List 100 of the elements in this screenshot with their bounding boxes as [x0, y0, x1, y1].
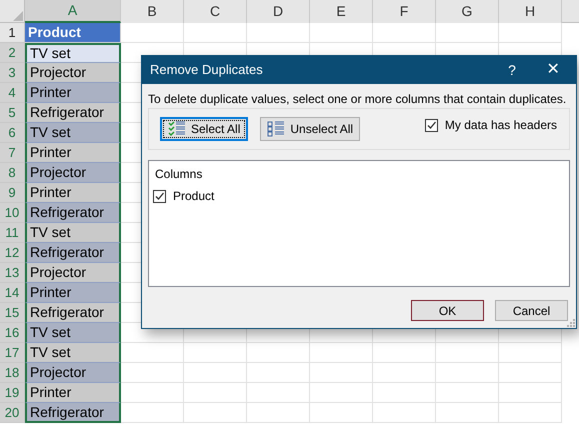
help-button[interactable]: ?: [494, 56, 530, 84]
table-cell[interactable]: [184, 403, 247, 423]
table-cell[interactable]: [184, 383, 247, 403]
table-cell[interactable]: [499, 403, 562, 423]
select-all-button[interactable]: Select All: [160, 117, 248, 141]
table-cell[interactable]: [436, 343, 499, 363]
checklist-icon: [168, 121, 186, 137]
row-header[interactable]: 12: [0, 243, 25, 263]
table-cell[interactable]: [247, 383, 310, 403]
table-cell[interactable]: TV set: [25, 343, 121, 363]
table-cell[interactable]: TV set: [25, 43, 121, 63]
table-cell[interactable]: [373, 383, 436, 403]
table-cell[interactable]: [436, 403, 499, 423]
row-header[interactable]: 10: [0, 203, 25, 223]
table-cell[interactable]: [184, 23, 247, 43]
row-header[interactable]: 16: [0, 323, 25, 343]
column-header[interactable]: E: [310, 0, 373, 23]
table-cell[interactable]: [373, 403, 436, 423]
row-header[interactable]: 1: [0, 23, 25, 43]
table-cell[interactable]: [436, 23, 499, 43]
checkbox-label[interactable]: My data has headers: [444, 116, 557, 134]
table-cell[interactable]: [247, 23, 310, 43]
column-header[interactable]: C: [184, 0, 247, 23]
row-header[interactable]: 19: [0, 383, 25, 403]
table-cell[interactable]: [310, 403, 373, 423]
unselect-all-button[interactable]: Unselect All: [260, 117, 360, 141]
table-cell[interactable]: [499, 23, 562, 43]
checkbox[interactable]: [153, 190, 166, 202]
list-heading: Columns: [155, 166, 204, 183]
column-header[interactable]: D: [247, 0, 310, 23]
row-header[interactable]: 13: [0, 263, 25, 283]
table-cell[interactable]: [121, 343, 184, 363]
list-item[interactable]: Product: [173, 187, 214, 205]
row-header[interactable]: 7: [0, 143, 25, 163]
row-header[interactable]: 18: [0, 363, 25, 383]
table-cell[interactable]: Projector: [25, 163, 121, 183]
table-cell[interactable]: [247, 363, 310, 383]
row-header[interactable]: 4: [0, 83, 25, 103]
resize-grip-icon[interactable]: [567, 319, 575, 327]
column-header[interactable]: F: [373, 0, 436, 23]
table-cell[interactable]: Printer: [25, 83, 121, 103]
table-cell[interactable]: Projector: [25, 263, 121, 283]
column-header[interactable]: A: [25, 0, 121, 23]
table-cell[interactable]: Refrigerator: [25, 103, 121, 123]
table-cell[interactable]: [373, 343, 436, 363]
select-all-corner[interactable]: [0, 0, 25, 23]
table-cell[interactable]: [499, 383, 562, 403]
table-cell[interactable]: TV set: [25, 123, 121, 143]
column-header[interactable]: [562, 0, 579, 23]
table-cell[interactable]: [121, 363, 184, 383]
table-cell[interactable]: [184, 343, 247, 363]
table-cell[interactable]: Refrigerator: [25, 303, 121, 323]
table-cell[interactable]: [499, 363, 562, 383]
table-cell[interactable]: [247, 343, 310, 363]
row-header[interactable]: 9: [0, 183, 25, 203]
checkbox[interactable]: [424, 118, 438, 132]
row-header[interactable]: 20: [0, 403, 25, 423]
column-header[interactable]: G: [436, 0, 499, 23]
ok-button[interactable]: OK: [411, 300, 484, 321]
table-cell[interactable]: TV set: [25, 323, 121, 343]
table-cell[interactable]: TV set: [25, 223, 121, 243]
table-cell[interactable]: Projector: [25, 363, 121, 383]
table-cell[interactable]: [121, 383, 184, 403]
row-header[interactable]: 2: [0, 43, 25, 63]
row-header[interactable]: 8: [0, 163, 25, 183]
row-header[interactable]: 3: [0, 63, 25, 83]
table-cell[interactable]: Product: [25, 23, 121, 43]
table-cell[interactable]: [436, 363, 499, 383]
table-cell[interactable]: [373, 23, 436, 43]
table-cell[interactable]: Refrigerator: [25, 203, 121, 223]
table-cell[interactable]: [247, 403, 310, 423]
list-icon: [267, 121, 286, 137]
table-cell[interactable]: [310, 343, 373, 363]
row-header[interactable]: 15: [0, 303, 25, 323]
table-cell[interactable]: [436, 383, 499, 403]
row-header[interactable]: 14: [0, 283, 25, 303]
table-cell[interactable]: [373, 363, 436, 383]
row-header[interactable]: 17: [0, 343, 25, 363]
table-cell[interactable]: Printer: [25, 283, 121, 303]
table-cell[interactable]: [121, 23, 184, 43]
table-cell[interactable]: [121, 403, 184, 423]
instruction-text: To delete duplicate values, select one or more columns that contain duplicates.: [148, 91, 568, 108]
row-header[interactable]: 11: [0, 223, 25, 243]
table-cell[interactable]: Printer: [25, 383, 121, 403]
close-button[interactable]: ✕: [530, 56, 576, 84]
table-cell[interactable]: Refrigerator: [25, 243, 121, 263]
column-header[interactable]: B: [121, 0, 184, 23]
table-cell[interactable]: [184, 363, 247, 383]
row-header[interactable]: 5: [0, 103, 25, 123]
table-cell[interactable]: [310, 383, 373, 403]
table-cell[interactable]: Printer: [25, 143, 121, 163]
table-cell[interactable]: [310, 23, 373, 43]
table-cell[interactable]: [499, 343, 562, 363]
column-header[interactable]: H: [499, 0, 562, 23]
table-cell[interactable]: Projector: [25, 63, 121, 83]
cancel-button[interactable]: Cancel: [495, 300, 568, 321]
table-cell[interactable]: Refrigerator: [25, 403, 121, 423]
table-cell[interactable]: [310, 363, 373, 383]
row-header[interactable]: 6: [0, 123, 25, 143]
table-cell[interactable]: Printer: [25, 183, 121, 203]
